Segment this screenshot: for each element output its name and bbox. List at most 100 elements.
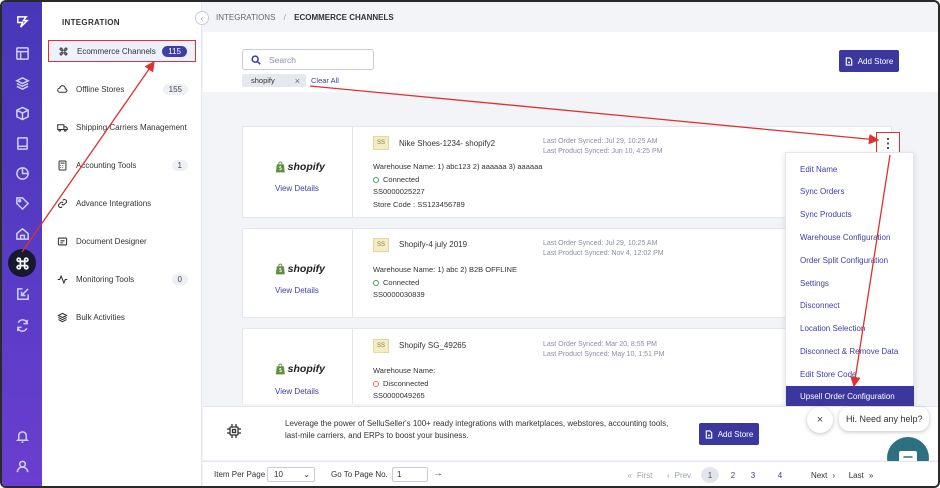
ss-badge: SS (373, 136, 389, 150)
sidebar-item-label: Bulk Activities (76, 312, 125, 322)
status-text: Connected (383, 174, 420, 184)
box-icon[interactable] (13, 104, 31, 122)
chat-hint-bubble: Hi. Need any help? (839, 407, 929, 431)
ss-badge: SS (373, 238, 389, 252)
search-input[interactable] (269, 54, 369, 65)
menu-item-sync-products[interactable]: Sync Products (786, 204, 914, 224)
sidebar-item-label: Shipping Carriers Management (76, 122, 187, 132)
count-badge: 155 (162, 83, 188, 95)
store-details: Warehouse Name: 1) abc 2) B2B OFFLINE Co… (373, 264, 517, 302)
logo-icon[interactable] (13, 12, 31, 30)
book-icon[interactable] (13, 134, 31, 152)
sidebar-item-label: Advance Integrations (76, 198, 152, 208)
calculator-icon (56, 159, 68, 171)
page-1-button[interactable]: 1 (701, 467, 719, 483)
pulse-icon (56, 273, 68, 285)
menu-item-disconnect-remove-data[interactable]: Disconnect & Remove Data (786, 341, 914, 361)
sidebar-item-monitoring-tools[interactable]: Monitoring Tools 0 (48, 268, 196, 290)
menu-item-disconnect[interactable]: Disconnect (786, 295, 914, 315)
menu-item-warehouse-configuration[interactable]: Warehouse Configuration (786, 227, 914, 247)
store-code: Store Code : SS123456789 (373, 199, 465, 209)
close-icon[interactable]: × (295, 76, 300, 86)
connection-status: Connected (373, 174, 542, 187)
last-page-button[interactable]: Last» (844, 467, 878, 483)
sidebar-item-ecommerce-channels[interactable]: Ecommerce Channels 115 (48, 40, 196, 62)
add-store-button[interactable]: Add Store (839, 50, 899, 72)
menu-item-upsell-order-configuration[interactable]: Upsell Order Configuration (786, 386, 914, 406)
view-details-link[interactable]: View Details (275, 184, 319, 193)
kebab-icon (887, 137, 889, 149)
sidebar-item-label: Document Designer (76, 236, 147, 246)
menu-item-settings[interactable]: Settings (786, 273, 914, 293)
store-name: Shopify-4 july 2019 (399, 240, 468, 249)
sync-info: Last Order Synced: Jul 29, 10:25 AM Last… (543, 137, 662, 157)
integration-sidebar: INTEGRATION Ecommerce Channels 115 Offli… (42, 2, 202, 486)
warehouse-name: Warehouse Name: (373, 366, 436, 375)
breadcrumb-integrations[interactable]: INTEGRATIONS (216, 13, 275, 22)
count-badge: 1 (171, 159, 188, 171)
promo-text: Leverage the power of SelluSeller's 100+… (285, 419, 669, 440)
menu-item-edit-store-code[interactable]: Edit Store Code (786, 364, 914, 384)
menu-item-sync-orders[interactable]: Sync Orders (786, 181, 914, 201)
pie-chart-icon[interactable] (13, 164, 31, 182)
arrow-right-icon[interactable]: → (433, 468, 443, 479)
filter-chip: shopify × (242, 74, 306, 87)
page-4-button[interactable]: 4 (771, 467, 789, 483)
close-chat-hint-button[interactable]: × (807, 407, 833, 433)
items-per-page-select[interactable]: 10 ⌄ (267, 467, 315, 482)
search-box[interactable] (242, 49, 374, 70)
store-actions-menu: Edit Name Sync Orders Sync Products Ware… (785, 152, 914, 406)
view-details-link[interactable]: View Details (275, 286, 319, 295)
shopify-bag-icon (275, 161, 285, 173)
store-id: SS0000049265 (373, 391, 425, 400)
home-icon[interactable] (13, 224, 31, 242)
warehouse-name: Warehouse Name: 1) abc 2) B2B OFFLINE (373, 265, 517, 274)
last-order-synced: Last Order Synced: Jul 29, 10:25 AM (543, 240, 658, 247)
bell-icon[interactable] (13, 427, 31, 445)
sync-icon[interactable] (13, 316, 31, 334)
user-icon[interactable] (13, 457, 31, 475)
menu-item-edit-name[interactable]: Edit Name (786, 159, 914, 179)
connection-status: Disconnected (373, 378, 435, 391)
view-details-link[interactable]: View Details (275, 387, 319, 396)
sidebar-item-bulk-activities[interactable]: Bulk Activities (48, 306, 196, 328)
sidebar-item-offline-stores[interactable]: Offline Stores 155 (48, 78, 196, 100)
page-3-button[interactable]: 3 (744, 467, 762, 483)
pagination-bar: Item Per Page 10 ⌄ Go To Page No. 1 → « … (203, 461, 938, 486)
add-store-label: Add Store (857, 56, 894, 66)
store-details: Warehouse Name: 1) abc123 2) aaaaaa 3) a… (373, 161, 542, 211)
page-2-button[interactable]: 2 (724, 467, 742, 483)
goto-page-input[interactable]: 1 (392, 467, 428, 482)
tag-icon[interactable] (13, 194, 31, 212)
last-product-synced: Last Product Synced: May 10, 1:51 PM (543, 351, 665, 358)
dashboard-icon[interactable] (13, 44, 31, 62)
store-id: SS0000030839 (373, 290, 425, 299)
clear-all-link[interactable]: Clear All (311, 76, 339, 85)
items-per-page-label: Item Per Page (214, 470, 266, 479)
sidebar-item-advance-integrations[interactable]: Advance Integrations (48, 192, 196, 214)
layers-icon[interactable] (13, 74, 31, 92)
last-product-synced: Last Product Synced: Jun 10, 4:25 PM (543, 148, 663, 155)
store-name: Nike Shoes-1234- shopify2 (399, 139, 496, 148)
first-page-button[interactable]: « First (623, 467, 657, 483)
next-page-button[interactable]: Next › (805, 467, 841, 483)
breadcrumb-separator: / (283, 13, 286, 22)
sidebar-item-label: Ecommerce Channels (77, 46, 156, 56)
more-options-button[interactable] (876, 132, 900, 154)
document-plus-icon (845, 56, 852, 66)
menu-item-location-selection[interactable]: Location Selection (786, 318, 914, 338)
sidebar-item-shipping-carriers[interactable]: Shipping Carriers Management (48, 116, 196, 138)
menu-item-order-split-configuration[interactable]: Order Split Configuration (786, 250, 914, 270)
add-store-label: Add Store (717, 429, 754, 439)
sidebar-item-accounting-tools[interactable]: Accounting Tools 1 (48, 154, 196, 176)
import-icon[interactable] (13, 285, 31, 303)
sidebar-item-label: Accounting Tools (76, 160, 137, 170)
count-badge: 0 (171, 273, 188, 285)
sidebar-item-document-designer[interactable]: Document Designer (48, 230, 196, 252)
sidebar-item-label: Offline Stores (76, 84, 125, 94)
prev-page-button[interactable]: ‹ Prev (663, 467, 695, 483)
add-store-button-bottom[interactable]: Add Store (699, 423, 759, 445)
icon-rail (2, 2, 42, 486)
collapse-sidebar-button[interactable]: ‹ (195, 11, 209, 25)
integration-command-icon[interactable] (8, 249, 36, 277)
